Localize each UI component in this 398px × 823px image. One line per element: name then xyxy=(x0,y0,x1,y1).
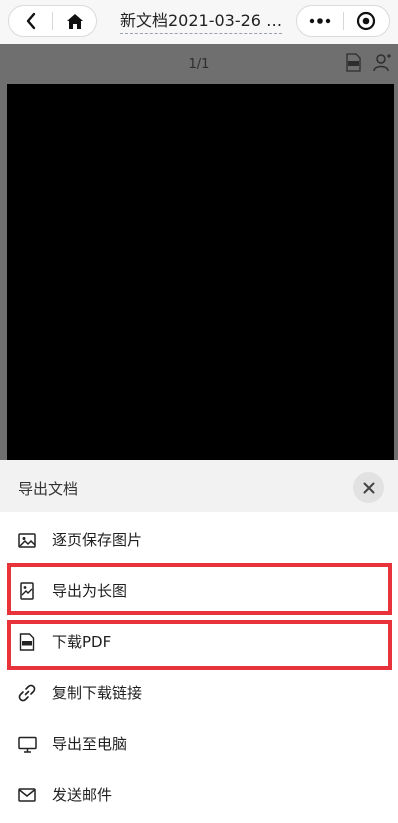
close-button[interactable] xyxy=(353,472,384,503)
pdf-file-icon xyxy=(17,632,37,652)
mail-icon xyxy=(17,785,37,805)
menu-item-send-email[interactable]: 发送邮件 xyxy=(0,770,398,821)
more-dots-icon xyxy=(309,18,330,24)
sheet-title: 导出文档 xyxy=(18,480,79,498)
target-icon xyxy=(357,11,376,31)
sheet-header: 导出文档 xyxy=(0,460,398,512)
export-sheet: 导出文档 逐页保存图片 导出为长图 下载PDF 复制下载链接 导出至电脑 发送邮… xyxy=(0,460,398,823)
pdf-icon xyxy=(345,52,361,72)
pdf-tool-button[interactable] xyxy=(343,52,363,72)
image-icon xyxy=(17,530,37,550)
close-miniprogram-button[interactable] xyxy=(344,6,390,36)
user-share-icon xyxy=(372,53,391,71)
menu-item-copy-download-link[interactable]: 复制下载链接 xyxy=(0,668,398,719)
top-navigation-bar: 新文档2021-03-26 … xyxy=(0,0,398,44)
chevron-left-icon xyxy=(26,12,35,30)
home-icon xyxy=(66,13,83,29)
menu-item-label: 复制下载链接 xyxy=(52,684,143,702)
menu-item-download-pdf[interactable]: 下载PDF xyxy=(0,617,398,668)
page-indicator: 1/1 xyxy=(188,57,210,72)
document-page xyxy=(7,84,394,464)
menu-item-label: 下载PDF xyxy=(52,633,112,651)
menu-item-label: 发送邮件 xyxy=(52,786,113,804)
menu-item-label: 逐页保存图片 xyxy=(52,531,143,549)
home-button[interactable] xyxy=(53,6,96,36)
menu-item-export-long-image[interactable]: 导出为长图 xyxy=(0,566,398,617)
menu-item-label: 导出至电脑 xyxy=(52,735,128,753)
menu-item-label: 导出为长图 xyxy=(52,582,128,600)
document-preview: 1/1 xyxy=(0,44,398,464)
link-icon xyxy=(17,683,37,703)
page-title[interactable]: 新文档2021-03-26 … xyxy=(120,11,282,34)
menu-item-export-to-computer[interactable]: 导出至电脑 xyxy=(0,719,398,770)
monitor-icon xyxy=(17,734,37,754)
menu-item-save-pages-as-images[interactable]: 逐页保存图片 xyxy=(0,515,398,566)
back-button[interactable] xyxy=(9,6,52,36)
nav-capsule-right xyxy=(296,5,390,37)
nav-capsule-left xyxy=(8,5,97,37)
share-user-button[interactable] xyxy=(372,52,392,72)
long-image-icon xyxy=(17,581,37,601)
more-button[interactable] xyxy=(297,6,343,36)
close-icon xyxy=(363,482,374,493)
